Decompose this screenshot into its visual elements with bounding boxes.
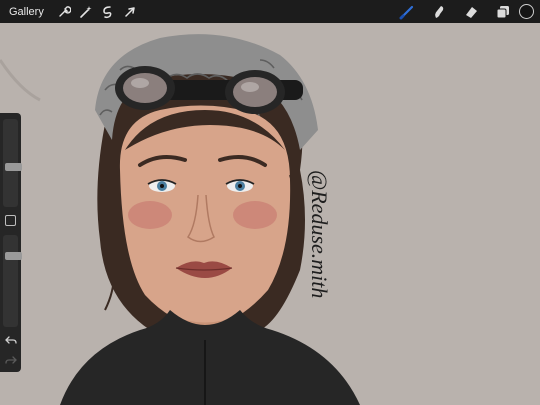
brush-size-thumb[interactable] [5,163,22,171]
redo-icon[interactable] [4,353,17,366]
wrench-icon[interactable] [53,0,75,23]
brush-size-slider[interactable] [3,119,22,207]
brush-icon[interactable] [391,0,423,23]
undo-icon[interactable] [4,333,17,346]
signature-text: @Reduse.mith [307,170,332,298]
right-toolbar [391,0,540,23]
opacity-thumb[interactable] [5,251,22,260]
artwork: @Reduse.mith [0,0,540,405]
layers-icon[interactable] [487,0,519,23]
gallery-button[interactable]: Gallery [9,6,44,18]
procreate-app: @Reduse.mith Gallery [0,0,540,405]
magic-wand-icon[interactable] [75,0,97,23]
opacity-slider[interactable] [3,235,22,327]
eraser-icon[interactable] [455,0,487,23]
smudge-icon[interactable] [423,0,455,23]
selection-icon[interactable] [97,0,119,23]
drawing-canvas[interactable]: @Reduse.mith [0,0,540,405]
modify-button[interactable] [5,215,16,226]
color-picker-swatch[interactable] [519,4,534,19]
transform-arrow-icon[interactable] [119,0,141,23]
top-toolbar: Gallery [0,0,540,23]
left-sidebar [0,113,22,372]
